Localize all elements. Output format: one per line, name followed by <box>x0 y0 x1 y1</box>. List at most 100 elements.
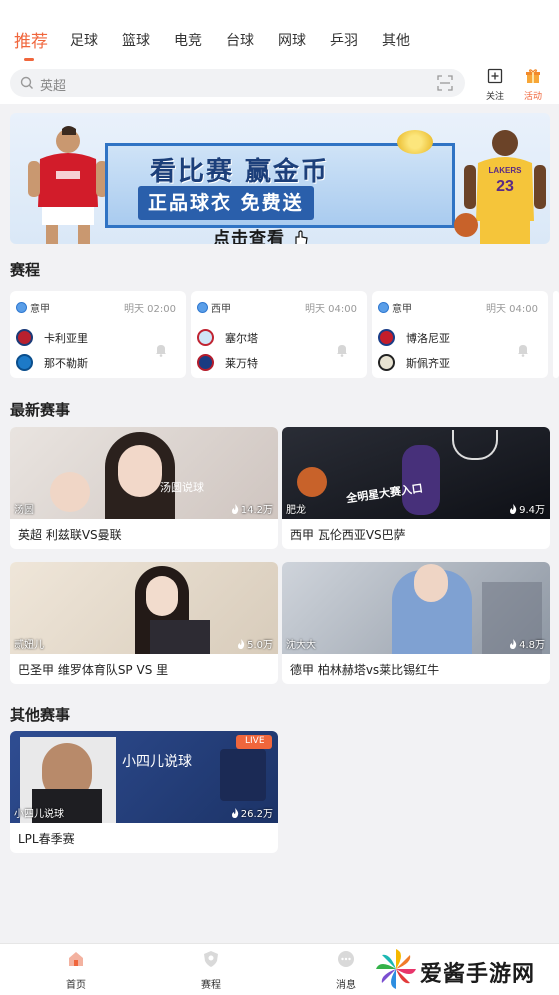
promo-banner[interactable]: 看比赛 赢金币 正品球衣 免费送 点击查看 23 LAKERS <box>10 113 550 244</box>
video-title: 西甲 瓦伦西亚VS巴萨 <box>290 528 406 542</box>
message-icon <box>338 951 354 967</box>
team-crest-icon <box>378 329 395 346</box>
match-league: 西甲 <box>211 304 231 315</box>
banner-cta-label: 点击查看 <box>213 229 285 244</box>
category-tabs: 推荐 足球 篮球 电竞 台球 网球 乒羽 其他 <box>0 27 559 61</box>
home-team-name: 卡利亚里 <box>44 332 88 345</box>
video-card[interactable]: 全明星大赛入口 肥龙 9.4万 西甲 瓦伦西亚VS巴萨 <box>282 427 550 549</box>
team-crest-icon <box>16 329 33 346</box>
video-card[interactable]: 贰妞儿 5.0万 巴圣甲 维罗体育队SP VS 里 <box>10 562 278 684</box>
league-football-icon <box>197 302 208 313</box>
thumbnail-overlay-text: 汤圆说球 <box>160 481 204 494</box>
match-time: 明天 04:00 <box>305 304 357 315</box>
live-badge: LIVE <box>236 735 272 749</box>
popularity-value: 4.8万 <box>519 640 545 651</box>
watermark-text: 爱酱手游网 <box>420 962 536 987</box>
video-card[interactable]: 汤圆说球 汤圆 14.2万 英超 利兹联VS曼联 <box>10 427 278 549</box>
match-league: 意甲 <box>30 304 50 315</box>
video-title: 巴圣甲 维罗体育队SP VS 里 <box>18 663 169 677</box>
svg-text:LAKERS: LAKERS <box>489 166 523 175</box>
active-tab-indicator <box>24 58 34 61</box>
thumbnail-overlay-text: 小四儿说球 <box>122 754 192 770</box>
fire-icon <box>510 639 517 649</box>
team-crest-icon <box>197 329 214 346</box>
league-football-icon <box>378 302 389 313</box>
follow-icon <box>487 68 503 84</box>
search-placeholder: 英超 <box>40 79 67 94</box>
bell-icon[interactable] <box>335 343 349 357</box>
fire-icon <box>238 639 245 649</box>
other-section-title: 其他赛事 <box>10 706 71 724</box>
tab-pingpong-badminton[interactable]: 乒羽 <box>330 30 358 50</box>
anchor-name: 贰妞儿 <box>14 640 44 651</box>
banner-cta[interactable]: 点击查看 <box>213 224 310 244</box>
fire-icon <box>231 504 238 514</box>
popularity-value: 9.4万 <box>519 505 545 516</box>
nav-home[interactable]: 首页 <box>56 950 96 991</box>
nav-schedule-label: 赛程 <box>201 980 221 991</box>
shield-icon <box>204 951 218 967</box>
nav-messages-label: 消息 <box>336 980 356 991</box>
nav-home-label: 首页 <box>66 980 86 991</box>
match-card[interactable]: 西甲 明天 04:00 塞尔塔 莱万特 <box>191 291 367 378</box>
follow-button[interactable]: 关注 <box>480 68 510 102</box>
away-team: 斯佩齐亚 <box>378 353 508 373</box>
scan-icon[interactable] <box>437 75 453 91</box>
video-title: LPL春季赛 <box>18 832 75 846</box>
away-team: 莱万特 <box>197 353 327 373</box>
site-watermark: 爱酱手游网 <box>372 944 558 994</box>
match-time: 明天 02:00 <box>124 304 176 315</box>
tab-basketball[interactable]: 篮球 <box>122 30 150 50</box>
banner-headline: 看比赛 赢金币 <box>150 157 330 187</box>
anchor-name: 沈大大 <box>286 640 316 651</box>
latest-section-title: 最新赛事 <box>10 401 71 419</box>
video-card[interactable]: 沈大大 4.8万 德甲 柏林赫塔vs莱比锡红牛 <box>282 562 550 684</box>
bell-icon[interactable] <box>154 343 168 357</box>
banner-subline-box: 正品球衣 免费送 <box>138 186 314 220</box>
pinwheel-logo-icon <box>376 949 416 989</box>
popularity-value: 5.0万 <box>247 640 273 651</box>
gold-coin-icon <box>397 130 433 154</box>
match-card[interactable]: 意甲 明天 04:00 博洛尼亚 斯佩齐亚 <box>372 291 548 378</box>
tab-other[interactable]: 其他 <box>382 30 410 50</box>
tab-tennis[interactable]: 网球 <box>278 30 306 50</box>
match-card[interactable]: 意甲 明天 02:00 卡利亚里 那不勒斯 <box>10 291 186 378</box>
home-icon <box>69 952 83 966</box>
team-crest-icon <box>197 354 214 371</box>
home-team-name: 塞尔塔 <box>225 332 258 345</box>
popularity-value: 26.2万 <box>240 809 273 820</box>
popularity: 5.0万 <box>237 636 273 651</box>
gift-icon <box>526 69 540 83</box>
video-title: 德甲 柏林赫塔vs莱比锡红牛 <box>290 663 440 677</box>
popularity: 4.8万 <box>509 636 545 651</box>
away-team: 那不勒斯 <box>16 353 146 373</box>
popularity: 9.4万 <box>509 501 545 516</box>
tab-esports[interactable]: 电竞 <box>174 30 202 50</box>
match-card-partial[interactable] <box>553 291 559 378</box>
away-team-name: 莱万特 <box>225 357 258 370</box>
home-team-name: 博洛尼亚 <box>406 332 450 345</box>
popularity-value: 14.2万 <box>240 505 273 516</box>
tab-recommend[interactable]: 推荐 <box>14 27 48 52</box>
away-team-name: 斯佩齐亚 <box>406 357 450 370</box>
video-title: 英超 利兹联VS曼联 <box>18 528 122 542</box>
video-card[interactable]: 小四儿说球 LIVE 小四儿说球 26.2万 LPL春季赛 <box>10 731 278 853</box>
player-left-image <box>28 126 108 244</box>
pointer-hand-icon <box>295 230 308 244</box>
activity-button[interactable]: 活动 <box>518 68 548 102</box>
fire-icon <box>231 808 238 818</box>
anchor-name: 小四儿说球 <box>14 809 64 820</box>
tab-billiards[interactable]: 台球 <box>226 30 254 50</box>
match-time: 明天 04:00 <box>486 304 538 315</box>
anchor-name: 汤圆 <box>14 505 34 516</box>
nav-schedule[interactable]: 赛程 <box>191 950 231 991</box>
svg-text:23: 23 <box>496 178 514 195</box>
tab-football[interactable]: 足球 <box>70 30 98 50</box>
nav-messages[interactable]: 消息 <box>326 950 366 991</box>
bell-icon[interactable] <box>516 343 530 357</box>
live-badge-label: LIVE <box>245 736 265 746</box>
activity-label: 活动 <box>523 92 542 102</box>
team-crest-icon <box>378 354 395 371</box>
search-bar[interactable]: 英超 <box>10 69 465 97</box>
match-league: 意甲 <box>392 304 412 315</box>
